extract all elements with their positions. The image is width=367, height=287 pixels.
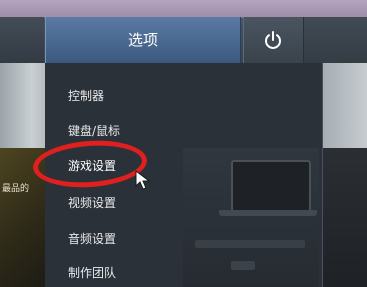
menu-bar-left-segment — [0, 17, 44, 63]
laptop-illustration — [231, 160, 311, 212]
background-left-panel — [0, 63, 45, 148]
menu-item-keyboard-mouse[interactable]: 键盘/鼠标 — [68, 122, 120, 139]
power-button[interactable] — [243, 17, 303, 63]
background-right-image — [323, 148, 367, 287]
blurred-number — [231, 261, 255, 270]
laptop-base — [219, 210, 317, 216]
top-strip — [0, 0, 367, 17]
menu-item-video-settings[interactable]: 视频设置 — [68, 194, 116, 211]
options-tab[interactable]: 选项 — [45, 17, 241, 63]
menu-item-credits[interactable]: 制作团队 — [68, 264, 116, 281]
background-right-panel — [323, 63, 367, 148]
menu-item-controller[interactable]: 控制器 — [68, 87, 104, 104]
menu-item-audio-settings[interactable]: 音频设置 — [68, 230, 116, 247]
mouse-cursor-icon — [135, 170, 151, 190]
power-icon — [265, 31, 281, 49]
background-preview-card — [183, 148, 319, 287]
blurred-caption — [195, 240, 305, 248]
game-menu-screen: 选项 最品的 控制器 键盘/鼠标 游戏设置 视频设置 音频设置 制作团队 — [0, 0, 367, 287]
menu-bar-right-segment — [303, 17, 367, 63]
background-left-text: 最品的 — [2, 184, 30, 194]
